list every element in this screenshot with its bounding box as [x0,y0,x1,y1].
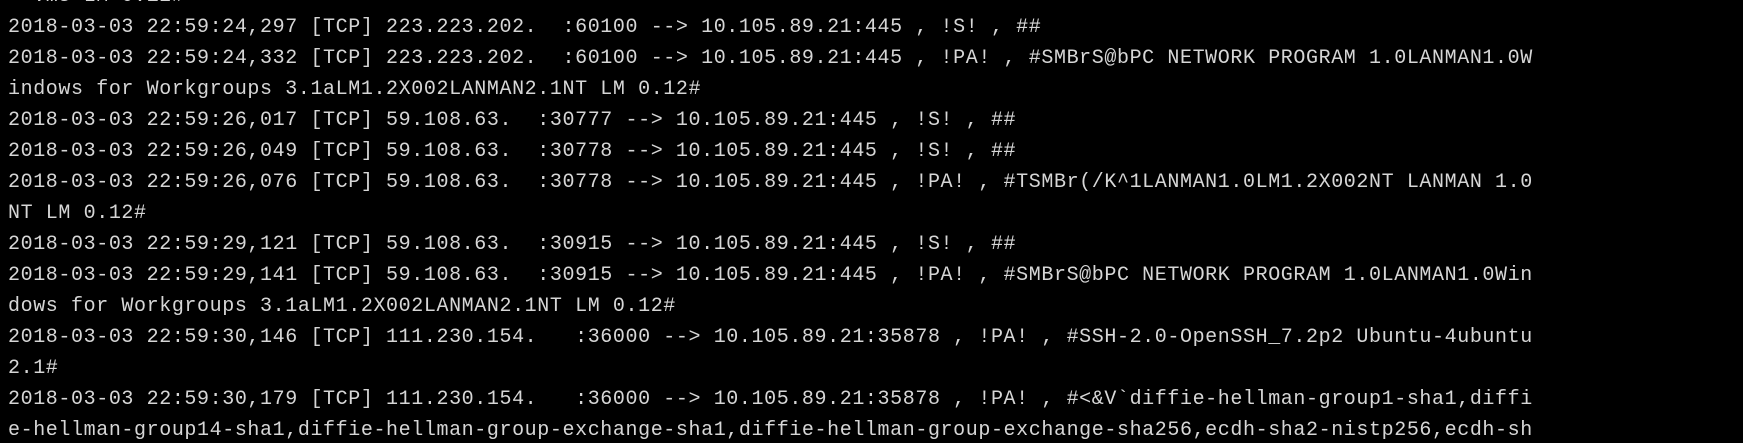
log-line: .ms LM 0.12# [8,0,1533,12]
log-line: indows for Workgroups 3.1aLM1.2X002LANMA… [8,78,702,101]
log-line: e-hellman-group14-sha1,diffie-hellman-gr… [8,419,1533,442]
log-line: 2018-03-03 22:59:26,017 [TCP] 59.108.63.… [8,109,1017,132]
log-line: 2018-03-03 22:59:29,141 [TCP] 59.108.63.… [8,264,1533,287]
log-line: 2018-03-03 22:59:30,179 [TCP] 111.230.15… [8,388,1533,411]
log-line: 2.1# [8,357,59,380]
log-line: 2018-03-03 22:59:24,332 [TCP] 223.223.20… [8,47,1533,70]
terminal-window[interactable]: .ms LM 0.12# 2018-03-03 22:59:24,297 [TC… [0,0,1743,443]
log-line: 2018-03-03 22:59:26,076 [TCP] 59.108.63.… [8,171,1533,194]
log-line: NT LM 0.12# [8,202,147,225]
log-line: 2018-03-03 22:59:26,049 [TCP] 59.108.63.… [8,140,1017,163]
log-output: .ms LM 0.12# 2018-03-03 22:59:24,297 [TC… [8,0,1533,443]
log-line: dows for Workgroups 3.1aLM1.2X002LANMAN2… [8,295,676,318]
log-line: 2018-03-03 22:59:29,121 [TCP] 59.108.63.… [8,233,1017,256]
log-line: 2018-03-03 22:59:30,146 [TCP] 111.230.15… [8,326,1533,349]
log-line: 2018-03-03 22:59:24,297 [TCP] 223.223.20… [8,16,1042,39]
